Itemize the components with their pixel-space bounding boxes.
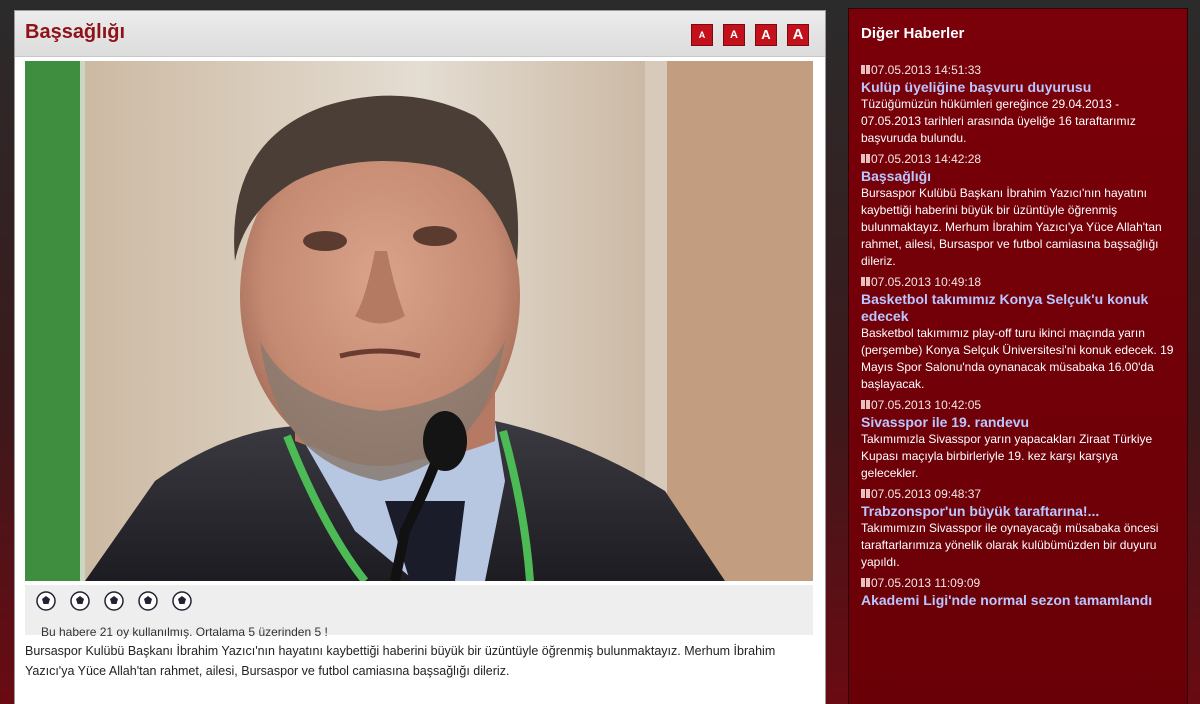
news-item: 07.05.2013 10:49:18 Basketbol takımımız … bbox=[861, 273, 1175, 393]
font-size-small-button[interactable]: A bbox=[723, 24, 745, 46]
font-size-largest-button[interactable]: A bbox=[787, 24, 809, 46]
news-headline-link[interactable]: Başsağlığı bbox=[861, 168, 1175, 185]
news-item: 07.05.2013 09:48:37 Trabzonspor'un büyük… bbox=[861, 485, 1175, 571]
news-date: 07.05.2013 14:51:33 bbox=[861, 61, 1175, 79]
news-item: 07.05.2013 10:42:05 Sivasspor ile 19. ra… bbox=[861, 396, 1175, 482]
article-photo bbox=[25, 61, 813, 581]
news-date: 07.05.2013 14:42:28 bbox=[861, 150, 1175, 168]
news-date: 07.05.2013 10:42:05 bbox=[861, 396, 1175, 414]
news-date: 07.05.2013 09:48:37 bbox=[861, 485, 1175, 503]
news-headline-link[interactable]: Akademi Ligi'nde normal sezon tamamlandı bbox=[861, 592, 1175, 609]
news-item: 07.05.2013 11:09:09 Akademi Ligi'nde nor… bbox=[861, 574, 1175, 609]
news-headline-link[interactable]: Kulüp üyeliğine başvuru duyurusu bbox=[861, 79, 1175, 96]
font-size-large-button[interactable]: A bbox=[755, 24, 777, 46]
sidebar-panel: Diğer Haberler 07.05.2013 14:51:33 Kulüp… bbox=[849, 9, 1187, 704]
news-list: 07.05.2013 14:51:33 Kulüp üyeliğine başv… bbox=[861, 61, 1175, 612]
rating-ball-icon-4[interactable] bbox=[137, 590, 159, 612]
font-size-smallest-button[interactable]: A bbox=[691, 24, 713, 46]
rating-ball-icon-3[interactable] bbox=[103, 590, 125, 612]
news-date: 07.05.2013 10:49:18 bbox=[861, 273, 1175, 291]
article-title-bar: Başsağlığı A A A A bbox=[15, 11, 825, 57]
news-headline-link[interactable]: Sivasspor ile 19. randevu bbox=[861, 414, 1175, 431]
rating-ball-icon-5[interactable] bbox=[171, 590, 193, 612]
news-item: 07.05.2013 14:42:28 Başsağlığı Bursaspor… bbox=[861, 150, 1175, 270]
rating-summary: Bu habere 21 oy kullanılmış. Ortalama 5 … bbox=[41, 625, 328, 639]
news-headline-link[interactable]: Trabzonspor'un büyük taraftarına!... bbox=[861, 503, 1175, 520]
news-summary: Basketbol takımımız play-off turu ikinci… bbox=[861, 326, 1174, 391]
news-summary: Takımımızla Sivasspor yarın yapacakları … bbox=[861, 432, 1153, 480]
rating-ball-icon-2[interactable] bbox=[69, 590, 91, 612]
news-summary: Tüzüğümüzün hükümleri gereğince 29.04.20… bbox=[861, 97, 1136, 145]
news-date: 07.05.2013 11:09:09 bbox=[861, 574, 1175, 592]
rating-ball-icon-1[interactable] bbox=[35, 590, 57, 612]
news-item: 07.05.2013 14:51:33 Kulüp üyeliğine başv… bbox=[861, 61, 1175, 147]
page-title: Başsağlığı bbox=[25, 21, 126, 43]
news-headline-link[interactable]: Basketbol takımımız Konya Selçuk'u konuk… bbox=[861, 291, 1175, 325]
news-summary: Takımımızın Sivasspor ile oynayacağı müs… bbox=[861, 521, 1159, 569]
news-summary: Bursaspor Kulübü Başkanı İbrahim Yazıcı'… bbox=[861, 186, 1162, 268]
article-body: Bursaspor Kulübü Başkanı İbrahim Yazıcı'… bbox=[25, 644, 776, 678]
sidebar-title: Diğer Haberler bbox=[861, 25, 965, 42]
other-news-sidebar: Diğer Haberler 07.05.2013 14:51:33 Kulüp… bbox=[848, 8, 1188, 704]
article-panel: Başsağlığı A A A A Bu habere 21 oy kulla… bbox=[14, 10, 826, 704]
portrait-image bbox=[25, 61, 813, 581]
